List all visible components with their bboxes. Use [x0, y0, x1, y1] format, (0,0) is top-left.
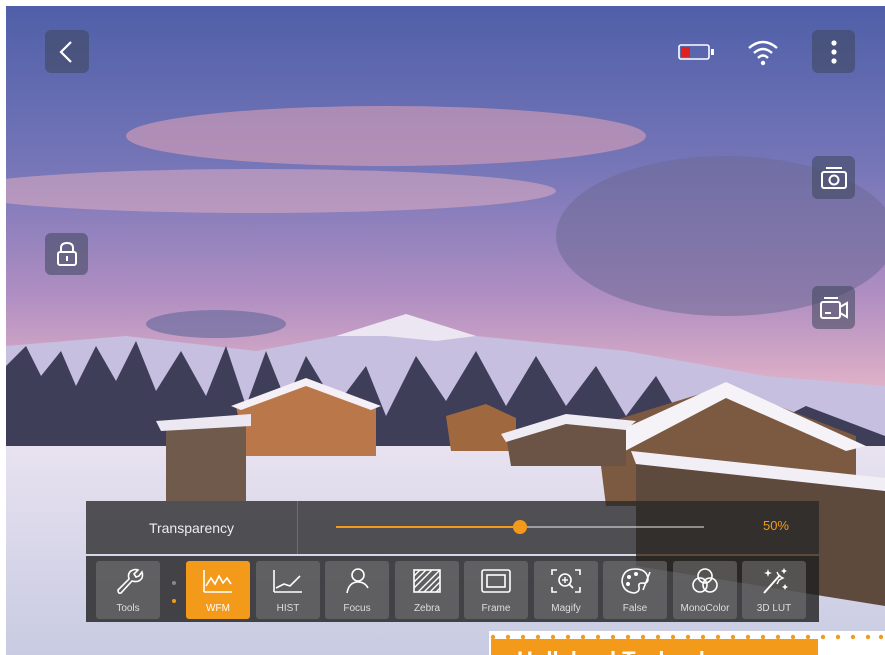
tool-zebra[interactable]: Zebra [395, 561, 459, 619]
video-record-icon [819, 296, 848, 319]
focus-person-icon [346, 568, 369, 594]
tool-label: Zebra [413, 603, 441, 614]
monitor-screen: Transparency 50% Tools WFM HIST Focus Ze… [6, 6, 885, 655]
tool-false-color[interactable]: False [603, 561, 667, 619]
chevron-left-icon [59, 40, 72, 63]
palette-icon [621, 568, 651, 594]
snapshot-button[interactable] [812, 156, 855, 199]
histogram-icon [273, 570, 302, 593]
tool-3d-lut[interactable]: 3D LUT [742, 561, 806, 619]
tool-focus[interactable]: Focus [325, 561, 389, 619]
tool-label: 3D LUT [756, 603, 792, 614]
slider-fill [336, 526, 520, 528]
tool-wfm[interactable]: WFM [186, 561, 250, 619]
lock-icon [56, 241, 77, 266]
slider-thumb[interactable] [513, 520, 527, 534]
transparency-slider[interactable]: 50% [298, 501, 819, 554]
tool-label: WFM [206, 603, 230, 614]
color-circles-icon [692, 568, 718, 593]
tool-label: HIST [276, 603, 300, 614]
tool-bar: Tools WFM HIST Focus Zebra Frame Magify … [86, 556, 819, 622]
lock-button[interactable] [45, 233, 88, 275]
slider-track[interactable] [336, 520, 704, 534]
brand-banner: Hollyland Technology [491, 639, 818, 655]
page-dot-active [172, 599, 176, 603]
transparency-value: 50% [762, 518, 789, 533]
tool-label: False [622, 603, 648, 614]
camera-icon [820, 166, 847, 189]
transparency-panel: Transparency 50% [86, 501, 819, 554]
tool-frame[interactable]: Frame [464, 561, 528, 619]
magnifier-icon [551, 569, 581, 593]
zebra-stripes-icon [413, 569, 441, 593]
page-dot [172, 581, 176, 585]
tool-label: Tools [116, 603, 140, 614]
frame-icon [481, 569, 511, 593]
more-menu-button[interactable] [812, 30, 855, 73]
more-vertical-icon [830, 39, 837, 64]
back-button[interactable] [45, 30, 89, 73]
tool-label: Magify [551, 603, 581, 614]
tool-magnify[interactable]: Magify [534, 561, 598, 619]
transparency-label: Transparency [86, 501, 298, 554]
magic-wand-icon [763, 568, 788, 594]
tool-hist[interactable]: HIST [256, 561, 320, 619]
tool-label: MonoColor [680, 603, 730, 614]
wifi-icon [746, 38, 780, 71]
record-button[interactable] [812, 286, 855, 329]
battery-icon [678, 42, 716, 67]
waveform-icon [203, 570, 232, 593]
tool-tools[interactable]: Tools [96, 561, 160, 619]
tool-monocolor[interactable]: MonoColor [673, 561, 737, 619]
tool-label: Frame [481, 603, 511, 614]
wrench-icon [117, 568, 144, 594]
tool-label: Focus [343, 603, 371, 614]
brand-text: Hollyland Technology [517, 647, 744, 655]
